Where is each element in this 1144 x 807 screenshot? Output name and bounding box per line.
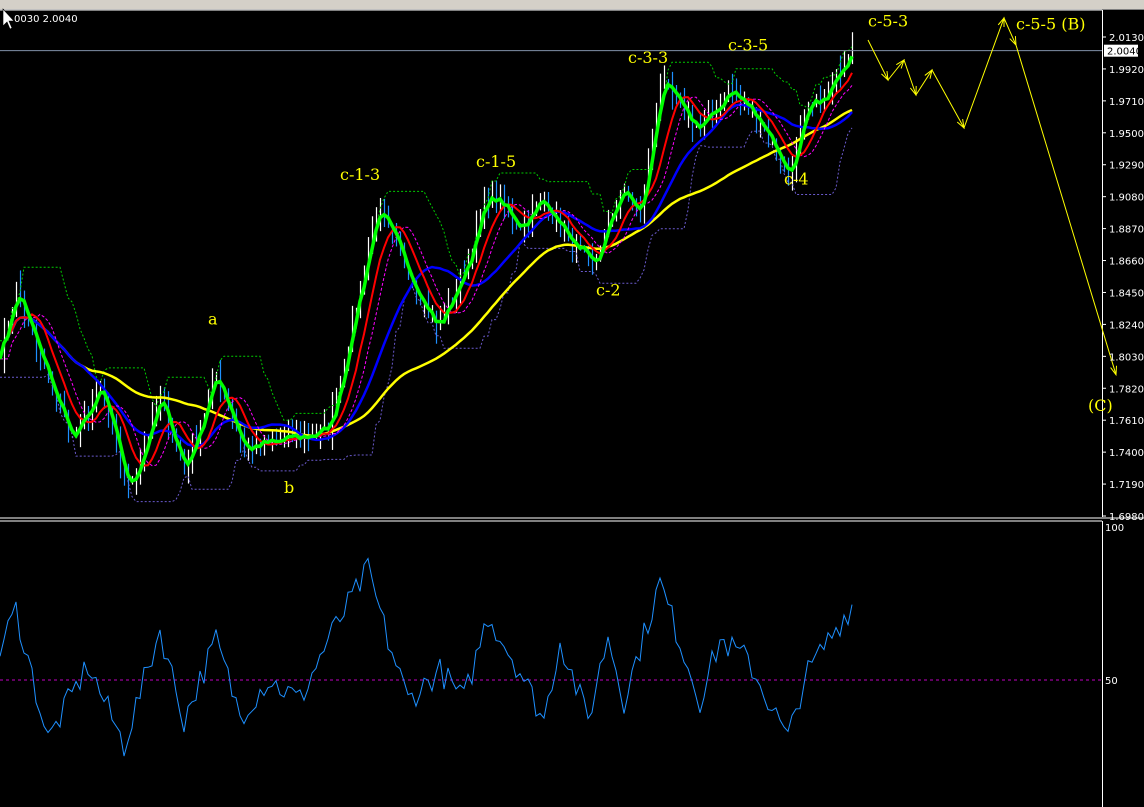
envelope-lower (0, 127, 853, 503)
long-ma-line (0, 108, 853, 437)
price-tick-label: 1.9500 (1109, 129, 1144, 140)
price-tick-label: 1.6980 (1109, 512, 1144, 523)
wave-label: (C) (1088, 396, 1113, 415)
wave-label: c-5-5 (B) (1016, 14, 1085, 33)
price-tick-label: 1.9920 (1109, 65, 1144, 76)
forecast-path (867, 16, 1117, 375)
oscillator-line (0, 557, 853, 757)
price-chart: 2.0130 1.9920 1.9710 1.9500 1.9290 1.9080 1.88… (0, 8, 1144, 807)
forecast-arrowhead (924, 68, 933, 79)
price-tick-label: 1.7190 (1109, 480, 1144, 491)
price-tick-label: 1.8240 (1109, 320, 1144, 331)
price-tick-label: 1.9710 (1109, 97, 1144, 108)
price-tick-label: 2.0130 (1109, 33, 1144, 44)
wave-label: c-1-3 (340, 165, 380, 184)
price-tick-label: 1.8030 (1109, 352, 1144, 363)
oscillator-series (0, 557, 1102, 757)
wave-label: c-2 (596, 281, 621, 300)
price-series (0, 16, 1117, 503)
price-tick-label: 1.9080 (1109, 193, 1144, 204)
current-price-label: 2.0040 (1107, 47, 1142, 58)
slow-ma-line (0, 103, 853, 448)
price-tick-label: 1.9290 (1109, 161, 1144, 172)
wave-label: a (208, 309, 218, 328)
price-axis: 2.0130 1.9920 1.9710 1.9500 1.9290 1.9080 1.88… (1102, 33, 1144, 687)
price-tick-label: 1.8660 (1109, 257, 1144, 268)
wave-label: c-3-5 (728, 36, 768, 55)
price-tick-label: 1.7820 (1109, 384, 1144, 395)
price-tick-label: 1.7610 (1109, 416, 1144, 427)
wave-label: b (284, 478, 294, 497)
wave-label: c-4 (784, 170, 809, 189)
wave-label: c-1-5 (476, 152, 516, 171)
mouse-cursor-icon (2, 8, 15, 30)
price-tick-label: 1.8450 (1109, 288, 1144, 299)
forecast-arrowhead (956, 118, 965, 130)
price-tick-label: 1.8870 (1109, 225, 1144, 236)
osc-tick-label: 100 (1105, 523, 1124, 534)
magenta-ma-line (0, 85, 853, 467)
header-info: 0030 2.0040 (14, 14, 78, 25)
wave-label: c-3-3 (628, 48, 668, 67)
wave-label: c-5-3 (868, 11, 908, 30)
price-tick-label: 1.7400 (1109, 448, 1144, 459)
osc-tick-label: 50 (1105, 676, 1118, 687)
